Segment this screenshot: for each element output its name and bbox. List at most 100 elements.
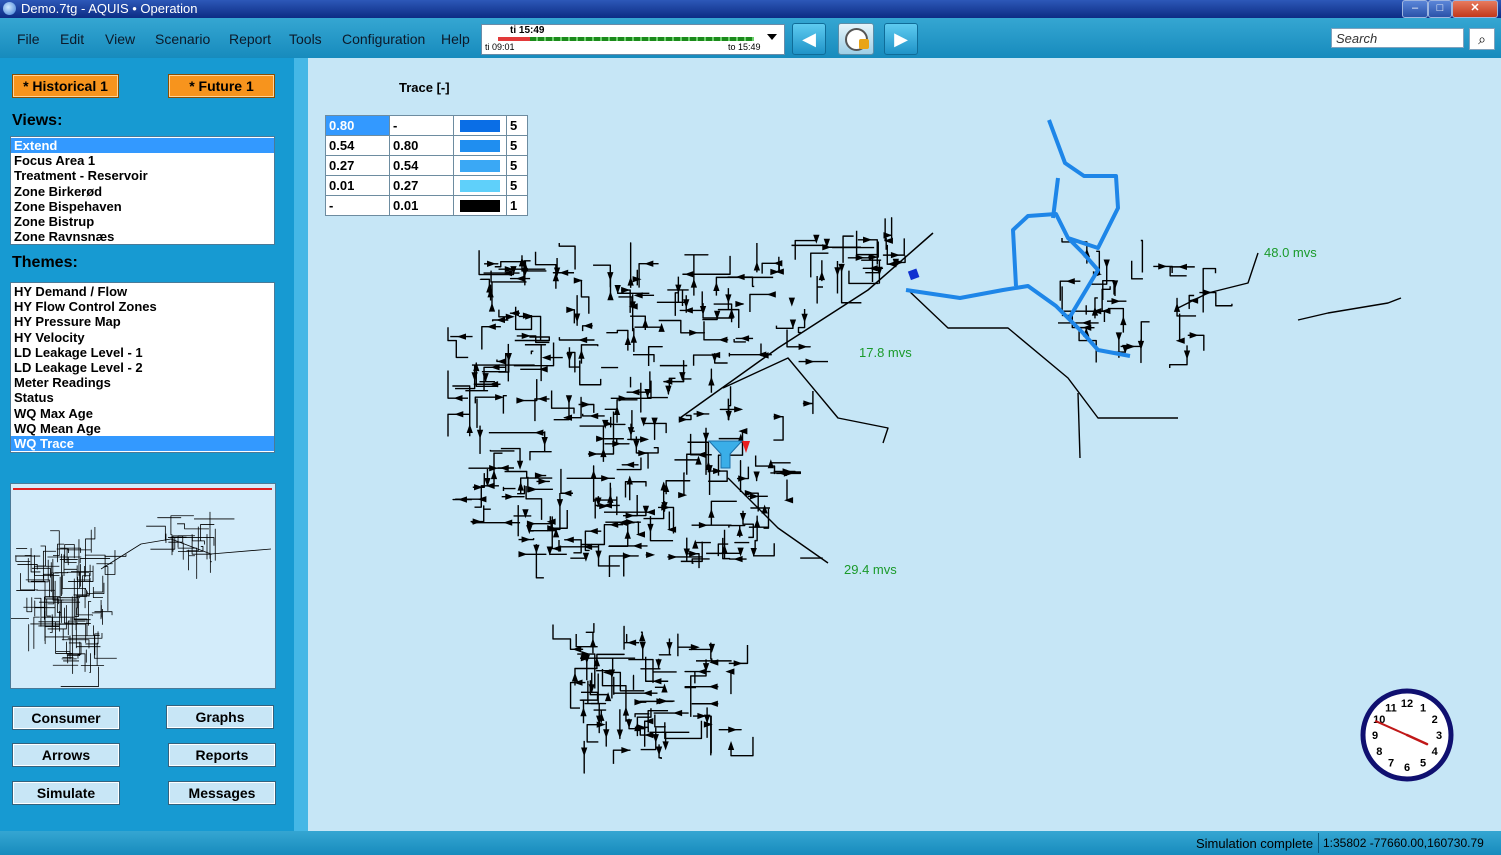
trace-pipe <box>1051 177 1060 219</box>
consumer-button[interactable]: Consumer <box>12 706 120 730</box>
close-button[interactable]: ✕ <box>1452 0 1498 18</box>
flow-arrow <box>683 299 690 309</box>
flow-arrow <box>640 417 647 427</box>
flow-arrow <box>538 366 548 373</box>
minimize-button[interactable]: – <box>1402 0 1428 18</box>
view-item[interactable]: Focus Area 1 <box>11 153 274 168</box>
theme-item[interactable]: WQ Trace <box>11 435 274 452</box>
simulate-button[interactable]: Simulate <box>12 781 120 805</box>
view-item[interactable]: Zone Bispehaven <box>11 199 274 214</box>
view-item[interactable]: Zone Birkerød <box>11 184 274 199</box>
title-bar: Demo.7tg - AQUIS • Operation – □ ✕ <box>0 0 1501 18</box>
pipe <box>455 364 476 390</box>
theme-item[interactable]: HY Flow Control Zones <box>11 299 274 314</box>
menu-scenario[interactable]: Scenario <box>155 31 210 47</box>
flow-arrow <box>607 493 614 503</box>
flow-arrow <box>566 352 573 362</box>
pipe <box>93 575 104 593</box>
pipe <box>570 556 587 559</box>
arrow-right-icon: ▶ <box>894 29 908 49</box>
step-forward-button[interactable]: ▶ <box>884 23 918 55</box>
theme-item[interactable]: Status <box>11 390 274 405</box>
view-item[interactable]: Extend <box>11 138 274 154</box>
timeline-slider[interactable]: ti 15:49 ti 09:01 to 15:49 <box>481 24 785 55</box>
flow-arrow <box>1183 350 1191 360</box>
flow-arrow <box>578 349 585 359</box>
flow-arrow <box>655 746 663 756</box>
menu-report[interactable]: Report <box>229 31 271 47</box>
step-back-button[interactable]: ◀ <box>792 23 826 55</box>
search-input[interactable]: Search <box>1331 28 1464 48</box>
theme-item[interactable]: HY Pressure Map <box>11 314 274 329</box>
pipe <box>558 337 595 341</box>
views-heading: Views: <box>12 112 63 129</box>
network-map[interactable]: Trace [-] 0.80-5 0.54 0.80 5 0.27 0.54 5 0.01 0.… <box>308 58 1501 831</box>
flow-arrow <box>818 271 826 281</box>
timeline-current-time: ti 15:49 <box>510 25 545 36</box>
historical-scenario-button[interactable]: * Historical 1 <box>12 74 119 98</box>
clock-numeral: 9 <box>1372 730 1378 742</box>
views-list[interactable]: Extend Focus Area 1 Treatment - Reservoir Z… <box>10 136 275 245</box>
flow-arrow <box>737 547 744 557</box>
view-item[interactable]: Zone Bistrup <box>11 214 274 229</box>
clock-numeral: 5 <box>1420 758 1426 770</box>
messages-button[interactable]: Messages <box>168 781 276 805</box>
flow-label-17: 17.8 mvs <box>859 345 912 360</box>
theme-item[interactable]: LD Leakage Level - 2 <box>11 360 274 375</box>
flow-arrow <box>679 372 686 382</box>
menu-configuration[interactable]: Configuration <box>342 31 425 47</box>
graphs-button[interactable]: Graphs <box>166 705 274 729</box>
legend-count: 5 <box>506 155 528 176</box>
overview-map[interactable] <box>6 483 276 689</box>
theme-item[interactable]: WQ Mean Age <box>11 421 274 436</box>
theme-item[interactable]: HY Velocity <box>11 330 274 345</box>
flow-arrow <box>683 307 693 314</box>
theme-item[interactable]: Meter Readings <box>11 375 274 390</box>
flow-arrow <box>663 378 673 385</box>
reports-button[interactable]: Reports <box>168 743 276 767</box>
overview-viewport-marker <box>13 488 272 490</box>
pipe <box>628 658 677 684</box>
future-scenario-button[interactable]: * Future 1 <box>168 74 275 98</box>
pump-icon[interactable] <box>907 268 920 281</box>
flow-arrow <box>595 550 602 560</box>
pipe <box>665 480 691 495</box>
pipe <box>581 691 599 701</box>
clock-numeral: 2 <box>1432 714 1438 726</box>
maximize-button[interactable]: □ <box>1428 0 1452 18</box>
menu-tools[interactable]: Tools <box>289 31 322 47</box>
menu-help[interactable]: Help <box>441 31 470 47</box>
magnifier-icon[interactable]: ⌕ <box>1469 28 1495 50</box>
menu-file[interactable]: File <box>17 31 40 47</box>
flow-arrow <box>635 531 645 538</box>
legend-row: 0.01 0.27 5 <box>325 175 528 196</box>
treatment-plant-icon[interactable] <box>707 440 744 469</box>
pipe <box>681 472 685 496</box>
flow-arrow <box>565 395 573 405</box>
flow-arrow <box>863 236 873 243</box>
flow-arrow <box>633 440 640 450</box>
menu-view[interactable]: View <box>105 31 135 47</box>
flow-arrow <box>537 395 547 403</box>
theme-item[interactable]: LD Leakage Level - 1 <box>11 345 274 360</box>
chevron-down-icon[interactable] <box>767 34 777 40</box>
trace-pipe <box>1011 119 1120 287</box>
flow-arrow <box>509 310 519 317</box>
flow-arrow <box>621 286 631 294</box>
view-item[interactable]: Zone Ravnsnæs <box>11 229 274 244</box>
pipe <box>1130 260 1143 280</box>
pipe <box>616 399 638 423</box>
clock-numeral: 12 <box>1401 698 1413 710</box>
clock-numeral: 11 <box>1385 702 1397 714</box>
flow-arrow <box>516 397 526 404</box>
view-item[interactable]: Treatment - Reservoir <box>11 168 274 183</box>
theme-item[interactable]: HY Demand / Flow <box>11 284 274 299</box>
menu-edit[interactable]: Edit <box>60 31 84 47</box>
panel-splitter[interactable] <box>294 58 308 831</box>
clock-lock-button[interactable] <box>838 23 874 55</box>
themes-list[interactable]: HY Demand / Flow HY Flow Control Zones HY … <box>10 282 275 453</box>
pipe <box>810 252 829 278</box>
arrows-button[interactable]: Arrows <box>12 743 120 767</box>
theme-item[interactable]: WQ Max Age <box>11 406 274 421</box>
flow-label-29: 29.4 mvs <box>844 562 897 577</box>
